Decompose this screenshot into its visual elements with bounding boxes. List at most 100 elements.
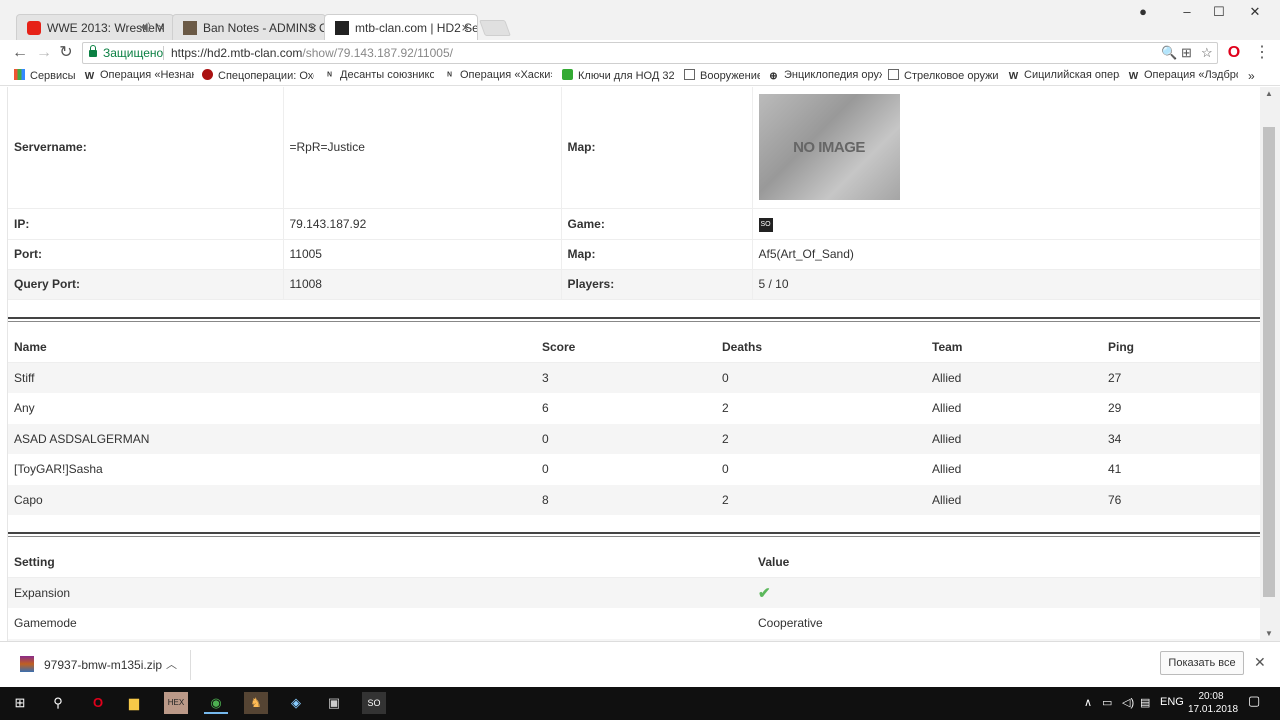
- tab-ban-notes[interactable]: Ban Notes - ADMINS ON ×: [172, 14, 326, 40]
- tab-title: mtb-clan.com | HD2 Serv: [355, 21, 478, 35]
- bookmark-item[interactable]: W Операция «Незнако: [84, 69, 194, 82]
- page-icon: [684, 69, 695, 80]
- bookmark-label: Вооружение: [700, 70, 760, 82]
- bookmark-item[interactable]: Стрелковое оружие: [888, 69, 998, 82]
- so-favicon-icon: [335, 21, 349, 35]
- map-name-value: Af5(Art_Of_Sand): [758, 247, 854, 261]
- close-tab-icon[interactable]: ×: [157, 15, 165, 40]
- tray-icon[interactable]: ▤: [1140, 696, 1150, 709]
- back-arrow-icon[interactable]: ←: [10, 43, 30, 63]
- bookmark-item[interactable]: Спецоперации: Охо: [202, 69, 314, 82]
- bookmark-item[interactable]: Ключи для НОД 32 с: [562, 69, 674, 82]
- more-bookmarks-icon[interactable]: »: [1248, 69, 1255, 83]
- close-tab-icon[interactable]: ×: [309, 15, 317, 40]
- player-ping: 34: [1108, 431, 1122, 446]
- player-deaths: 2: [722, 431, 729, 446]
- chevron-up-icon[interactable]: ︿: [166, 656, 177, 672]
- players-table: Name Score Deaths Team Ping Stiff 3 0 Al…: [8, 332, 1260, 515]
- app-icon[interactable]: ▣: [322, 692, 346, 714]
- reload-icon[interactable]: ↻: [56, 43, 76, 63]
- scroll-down-icon[interactable]: ▼: [1265, 629, 1273, 638]
- address-bar[interactable]: Защищено https://hd2.mtb-clan.com/show/7…: [82, 42, 1218, 64]
- youtube-icon: [27, 21, 41, 35]
- so-game-icon[interactable]: SO: [362, 692, 386, 714]
- explorer-icon[interactable]: ▆: [122, 692, 146, 714]
- close-tab-icon[interactable]: ×: [461, 15, 469, 40]
- menu-icon[interactable]: ⋮: [1252, 43, 1272, 63]
- player-ping: 29: [1108, 401, 1122, 415]
- close-icon[interactable]: ✕: [1254, 654, 1266, 671]
- scroll-up-icon[interactable]: ▲: [1265, 89, 1273, 98]
- table-row: Expansion ✔: [8, 577, 1260, 608]
- game-app-icon[interactable]: ♞: [244, 692, 268, 714]
- profile-icon[interactable]: ●: [1120, 4, 1166, 22]
- opera-icon[interactable]: O: [1224, 43, 1244, 63]
- player-name: ASAD ASDSALGERMAN: [14, 431, 150, 446]
- bookmark-services[interactable]: Сервисы: [14, 69, 78, 82]
- chrome-icon[interactable]: ◉: [204, 692, 228, 714]
- tab-mtb-clan[interactable]: mtb-clan.com | HD2 Serv ×: [324, 14, 478, 40]
- no-image-text: NO IMAGE: [793, 138, 865, 156]
- tab-title: Ban Notes - ADMINS ON: [203, 21, 326, 35]
- vertical-scrollbar[interactable]: ▲ ▼: [1260, 87, 1280, 641]
- app-icon[interactable]: ◈: [284, 692, 308, 714]
- tab-wwe[interactable]: WWE 2013: WrestleM ◀) ×: [16, 14, 174, 40]
- forward-arrow-icon[interactable]: →: [34, 43, 54, 63]
- notifications-icon[interactable]: ▢: [1248, 693, 1260, 709]
- bookmark-item[interactable]: W Операция «Лэдброу: [1128, 69, 1238, 82]
- col-score: Score: [542, 339, 576, 354]
- site-favicon-icon: [183, 21, 197, 35]
- map-name-label: Map:: [561, 239, 753, 269]
- language-indicator[interactable]: ENG: [1160, 696, 1184, 708]
- zoom-icon[interactable]: 🔍: [1161, 45, 1177, 61]
- player-score: 8: [542, 492, 549, 507]
- map-image: NO IMAGE: [758, 94, 900, 201]
- clock[interactable]: 20:08 17.01.2018: [1188, 690, 1238, 716]
- bookmark-star-icon[interactable]: ☆: [1201, 45, 1213, 61]
- col-name: Name: [14, 339, 47, 354]
- server-info-table: Servername: =RpR=Justice Map: NO IMAGE I…: [8, 87, 1260, 300]
- crosshair-icon: ⊕: [769, 71, 778, 82]
- player-deaths: 2: [722, 401, 729, 415]
- new-tab-button[interactable]: [479, 20, 511, 36]
- bookmarks-bar: Сервисы W Операция «Незнако Спецоперации:…: [0, 66, 1280, 86]
- bookmark-item[interactable]: Вооружение: [684, 69, 760, 82]
- player-deaths: 0: [722, 462, 729, 476]
- secure-indicator[interactable]: Защищено: [89, 45, 163, 60]
- settings-header-row: Setting Value: [8, 547, 1260, 578]
- tray-chevron-icon[interactable]: ∧: [1084, 696, 1092, 709]
- players-header-row: Name Score Deaths Team Ping: [8, 332, 1260, 363]
- translate-icon[interactable]: ⊞: [1181, 45, 1192, 61]
- bookmark-label: Операция «Хаски» –: [460, 69, 552, 81]
- ip-label: IP:: [8, 208, 284, 239]
- audio-icon[interactable]: ◀): [140, 15, 151, 40]
- url-text[interactable]: https://hd2.mtb-clan.com/show/79.143.187…: [171, 46, 453, 60]
- player-score: 6: [542, 401, 549, 415]
- col-value: Value: [758, 554, 790, 569]
- hex-editor-icon[interactable]: HEX: [164, 692, 188, 714]
- close-window-button[interactable]: ✕: [1232, 4, 1278, 22]
- map-image-cell: NO IMAGE: [752, 87, 1260, 208]
- col-ping: Ping: [1108, 339, 1134, 354]
- network-icon[interactable]: ▭: [1102, 696, 1112, 709]
- bookmark-item[interactable]: ᴺ Десанты союзников: [324, 69, 434, 82]
- taskbar: ⊞ ⚲ O ▆ HEX ◉ ♞ ◈ ▣ SO ∧ ▭ ◁) ▤ ENG 20:0…: [0, 687, 1280, 720]
- scroll-thumb[interactable]: [1263, 127, 1275, 597]
- search-icon[interactable]: ⚲: [46, 692, 70, 714]
- bookmark-label: Энциклопедия оруж: [784, 69, 882, 81]
- download-item[interactable]: 97937-bmw-m135i.zip: [20, 656, 162, 672]
- bookmark-item[interactable]: W Сицилийская опера: [1008, 69, 1120, 82]
- player-score: 3: [542, 370, 549, 385]
- apps-icon: [14, 69, 25, 80]
- windows-start-icon[interactable]: ⊞: [8, 692, 32, 714]
- player-ping: 76: [1108, 492, 1122, 507]
- bookmark-item[interactable]: ᴺ Операция «Хаски» –: [444, 69, 552, 82]
- speaker-icon[interactable]: ◁): [1122, 696, 1134, 709]
- opera-taskbar-icon[interactable]: O: [86, 692, 110, 714]
- query-port-value: 11008: [283, 269, 562, 299]
- show-all-button[interactable]: Показать все: [1160, 651, 1244, 675]
- bookmark-item[interactable]: ⊕ Энциклопедия оруж: [768, 69, 882, 82]
